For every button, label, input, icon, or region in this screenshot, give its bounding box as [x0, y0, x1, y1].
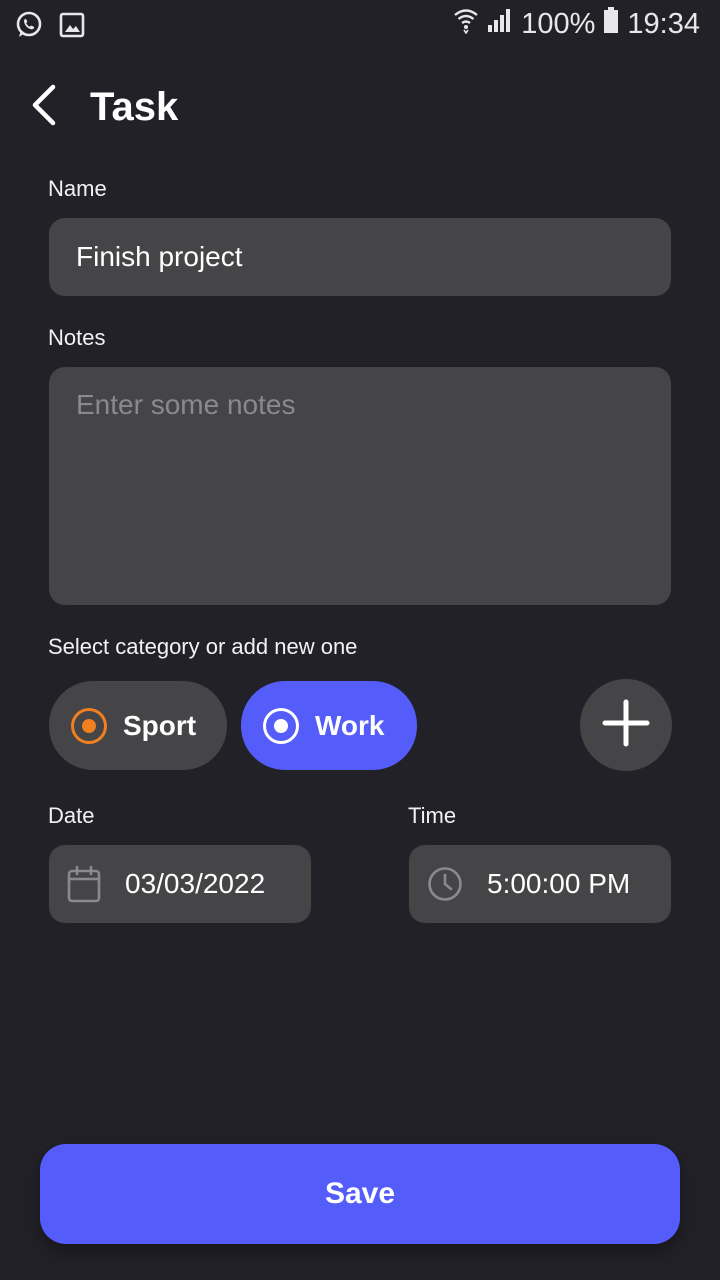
category-chip-work[interactable]: Work [241, 681, 417, 770]
whatsapp-icon [14, 10, 44, 45]
category-chip-label: Sport [123, 709, 197, 741]
plus-icon [602, 699, 650, 752]
chevron-left-icon [29, 84, 57, 131]
battery-percent: 100% [521, 7, 596, 40]
category-chip-sport[interactable]: Sport [49, 681, 227, 770]
page-title: Task [90, 85, 179, 129]
category-chip-label: Work [315, 709, 385, 741]
radio-icon [263, 707, 299, 744]
gallery-icon [58, 10, 86, 45]
time-label: Time [408, 803, 457, 828]
calendar-icon [67, 865, 101, 903]
name-input[interactable] [49, 218, 671, 296]
status-bar: 100% 19:34 [0, 0, 720, 48]
radio-icon [71, 707, 107, 744]
battery-icon [603, 6, 619, 42]
category-label: Select category or add new one [48, 634, 358, 659]
wifi-icon [453, 6, 479, 42]
date-picker[interactable]: 03/03/2022 [49, 845, 311, 923]
notes-input[interactable] [49, 367, 671, 605]
time-picker[interactable]: 5:00:00 PM [409, 845, 671, 923]
task-screen: 100% 19:34 Task Name Notes Select catego… [0, 0, 720, 1280]
save-button[interactable]: Save [40, 1144, 680, 1244]
notes-label: Notes [48, 325, 106, 350]
signal-icon [487, 7, 513, 41]
name-label: Name [48, 176, 107, 201]
clock-icon [427, 866, 463, 902]
time-value: 5:00:00 PM [487, 868, 631, 899]
add-category-button[interactable] [580, 679, 672, 771]
header: Task [0, 70, 720, 146]
clock: 19:34 [627, 7, 700, 40]
date-label: Date [48, 803, 95, 828]
date-value: 03/03/2022 [125, 868, 266, 899]
back-button[interactable] [20, 82, 66, 132]
